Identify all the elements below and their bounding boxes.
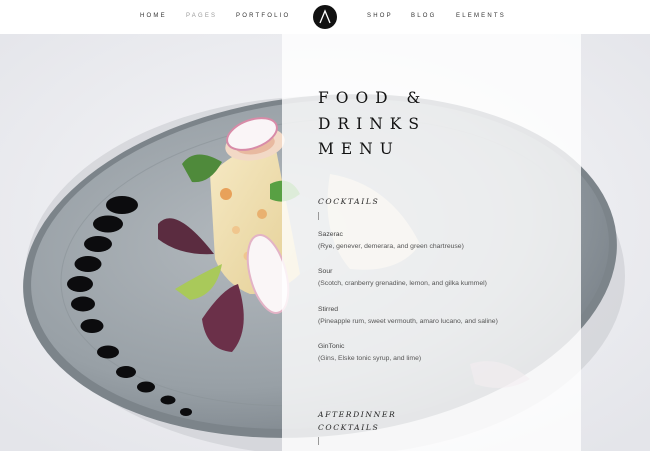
menu-title-line: FOOD & (318, 89, 428, 107)
nav-shop[interactable]: SHOP (367, 13, 393, 19)
menu-item-description: (Rye, genever, demerara, and green chart… (318, 243, 464, 250)
menu-panel: FOOD & DRINKS MENU COCKTAILS Sazerac (Ry… (282, 34, 581, 451)
nav-elements[interactable]: ELEMENTS (456, 13, 506, 19)
menu-item-name: GinTonic (318, 343, 345, 350)
nav-portfolio[interactable]: PORTFOLIO (236, 13, 290, 19)
section-title-line: COCKTAILS (318, 422, 380, 432)
section-divider (318, 437, 319, 445)
top-navigation: HOME PAGES PORTFOLIO SHOP BLOG ELEMENTS (0, 0, 650, 34)
menu-title-line: DRINKS (318, 114, 426, 133)
menu-item-description: (Scotch, cranberry grenadine, lemon, and… (318, 280, 487, 287)
nav-home[interactable]: HOME (140, 13, 167, 19)
menu-title: FOOD & DRINKS MENU (318, 86, 427, 163)
menu-item-name: Sazerac (318, 231, 343, 238)
nav-pages[interactable]: PAGES (186, 13, 217, 19)
section-title-afterdinner: AFTERDINNER COCKTAILS (318, 409, 396, 434)
menu-item-name: Stirred (318, 306, 339, 313)
section-divider (318, 212, 319, 220)
menu-item-name: Sour (318, 268, 333, 275)
menu-title-line: MENU (318, 140, 400, 158)
menu-item-description: (Pineapple rum, sweet vermouth, amaro lu… (318, 318, 498, 325)
section-title-line: AFTERDINNER (318, 410, 397, 419)
nav-blog[interactable]: BLOG (411, 13, 436, 19)
lambda-logo-icon[interactable] (313, 5, 337, 29)
menu-item-description: (Gins, Elske tonic syrup, and lime) (318, 355, 422, 362)
section-title-cocktails: COCKTAILS (318, 197, 380, 206)
